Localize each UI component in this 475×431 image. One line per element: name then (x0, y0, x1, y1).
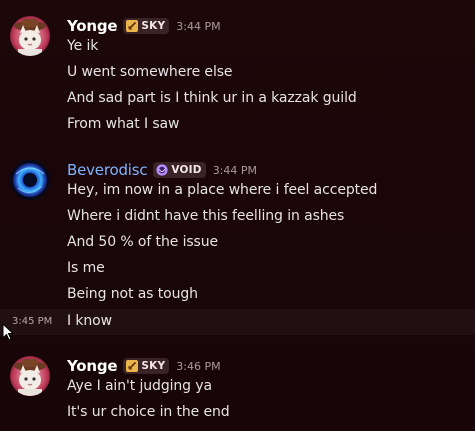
sword-icon (126, 360, 139, 372)
avatar[interactable] (10, 16, 50, 56)
cowboy-cat-avatar-icon (10, 16, 50, 56)
guild-tag-label: SKY (141, 20, 166, 32)
username[interactable]: Yonge (67, 17, 118, 35)
blue-vortex-avatar-icon (10, 160, 50, 200)
message-line: Ye ik (67, 38, 99, 54)
message-header: Beverodisc VOID 3:44 PM (67, 160, 257, 180)
message-line: Hey, im now in a place where i feel acce… (67, 182, 378, 198)
hover-timestamp: 3:45 PM (12, 316, 53, 327)
avatar[interactable] (10, 356, 50, 396)
guild-tag[interactable]: VOID (153, 162, 206, 178)
message-line: Is me (67, 260, 105, 276)
message-line: Aye I ain't judging ya (67, 378, 212, 394)
message-line: I know (67, 313, 112, 329)
cowboy-cat-avatar-icon (10, 356, 50, 396)
message-line: Being not as tough (67, 286, 198, 302)
message-line: And sad part is I think ur in a kazzak g… (67, 90, 357, 106)
sword-icon (126, 20, 139, 32)
void-orb-icon (156, 164, 168, 176)
guild-tag-label: VOID (171, 164, 202, 176)
username[interactable]: Yonge (67, 357, 118, 375)
timestamp: 3:44 PM (176, 19, 221, 33)
guild-tag[interactable]: SKY (123, 18, 170, 34)
message-header: Yonge SKY 3:46 PM (67, 356, 221, 376)
guild-tag-label: SKY (141, 360, 166, 372)
message-line: Where i didnt have this feelling in ashe… (67, 208, 345, 224)
avatar[interactable] (10, 160, 50, 200)
timestamp: 3:46 PM (176, 359, 221, 373)
message-line: And 50 % of the issue (67, 234, 219, 250)
message-line: From what I saw (67, 116, 180, 132)
message-line: It's ur choice in the end (67, 404, 230, 420)
mouse-cursor-icon (2, 323, 14, 341)
message-header: Yonge SKY 3:44 PM (67, 16, 221, 36)
username[interactable]: Beverodisc (67, 161, 148, 179)
guild-tag[interactable]: SKY (123, 358, 170, 374)
timestamp: 3:44 PM (212, 163, 258, 177)
chat-messages: Yonge SKY 3:44 PM Ye ik U went somewhere… (0, 0, 475, 431)
message-line: U went somewhere else (67, 64, 233, 80)
